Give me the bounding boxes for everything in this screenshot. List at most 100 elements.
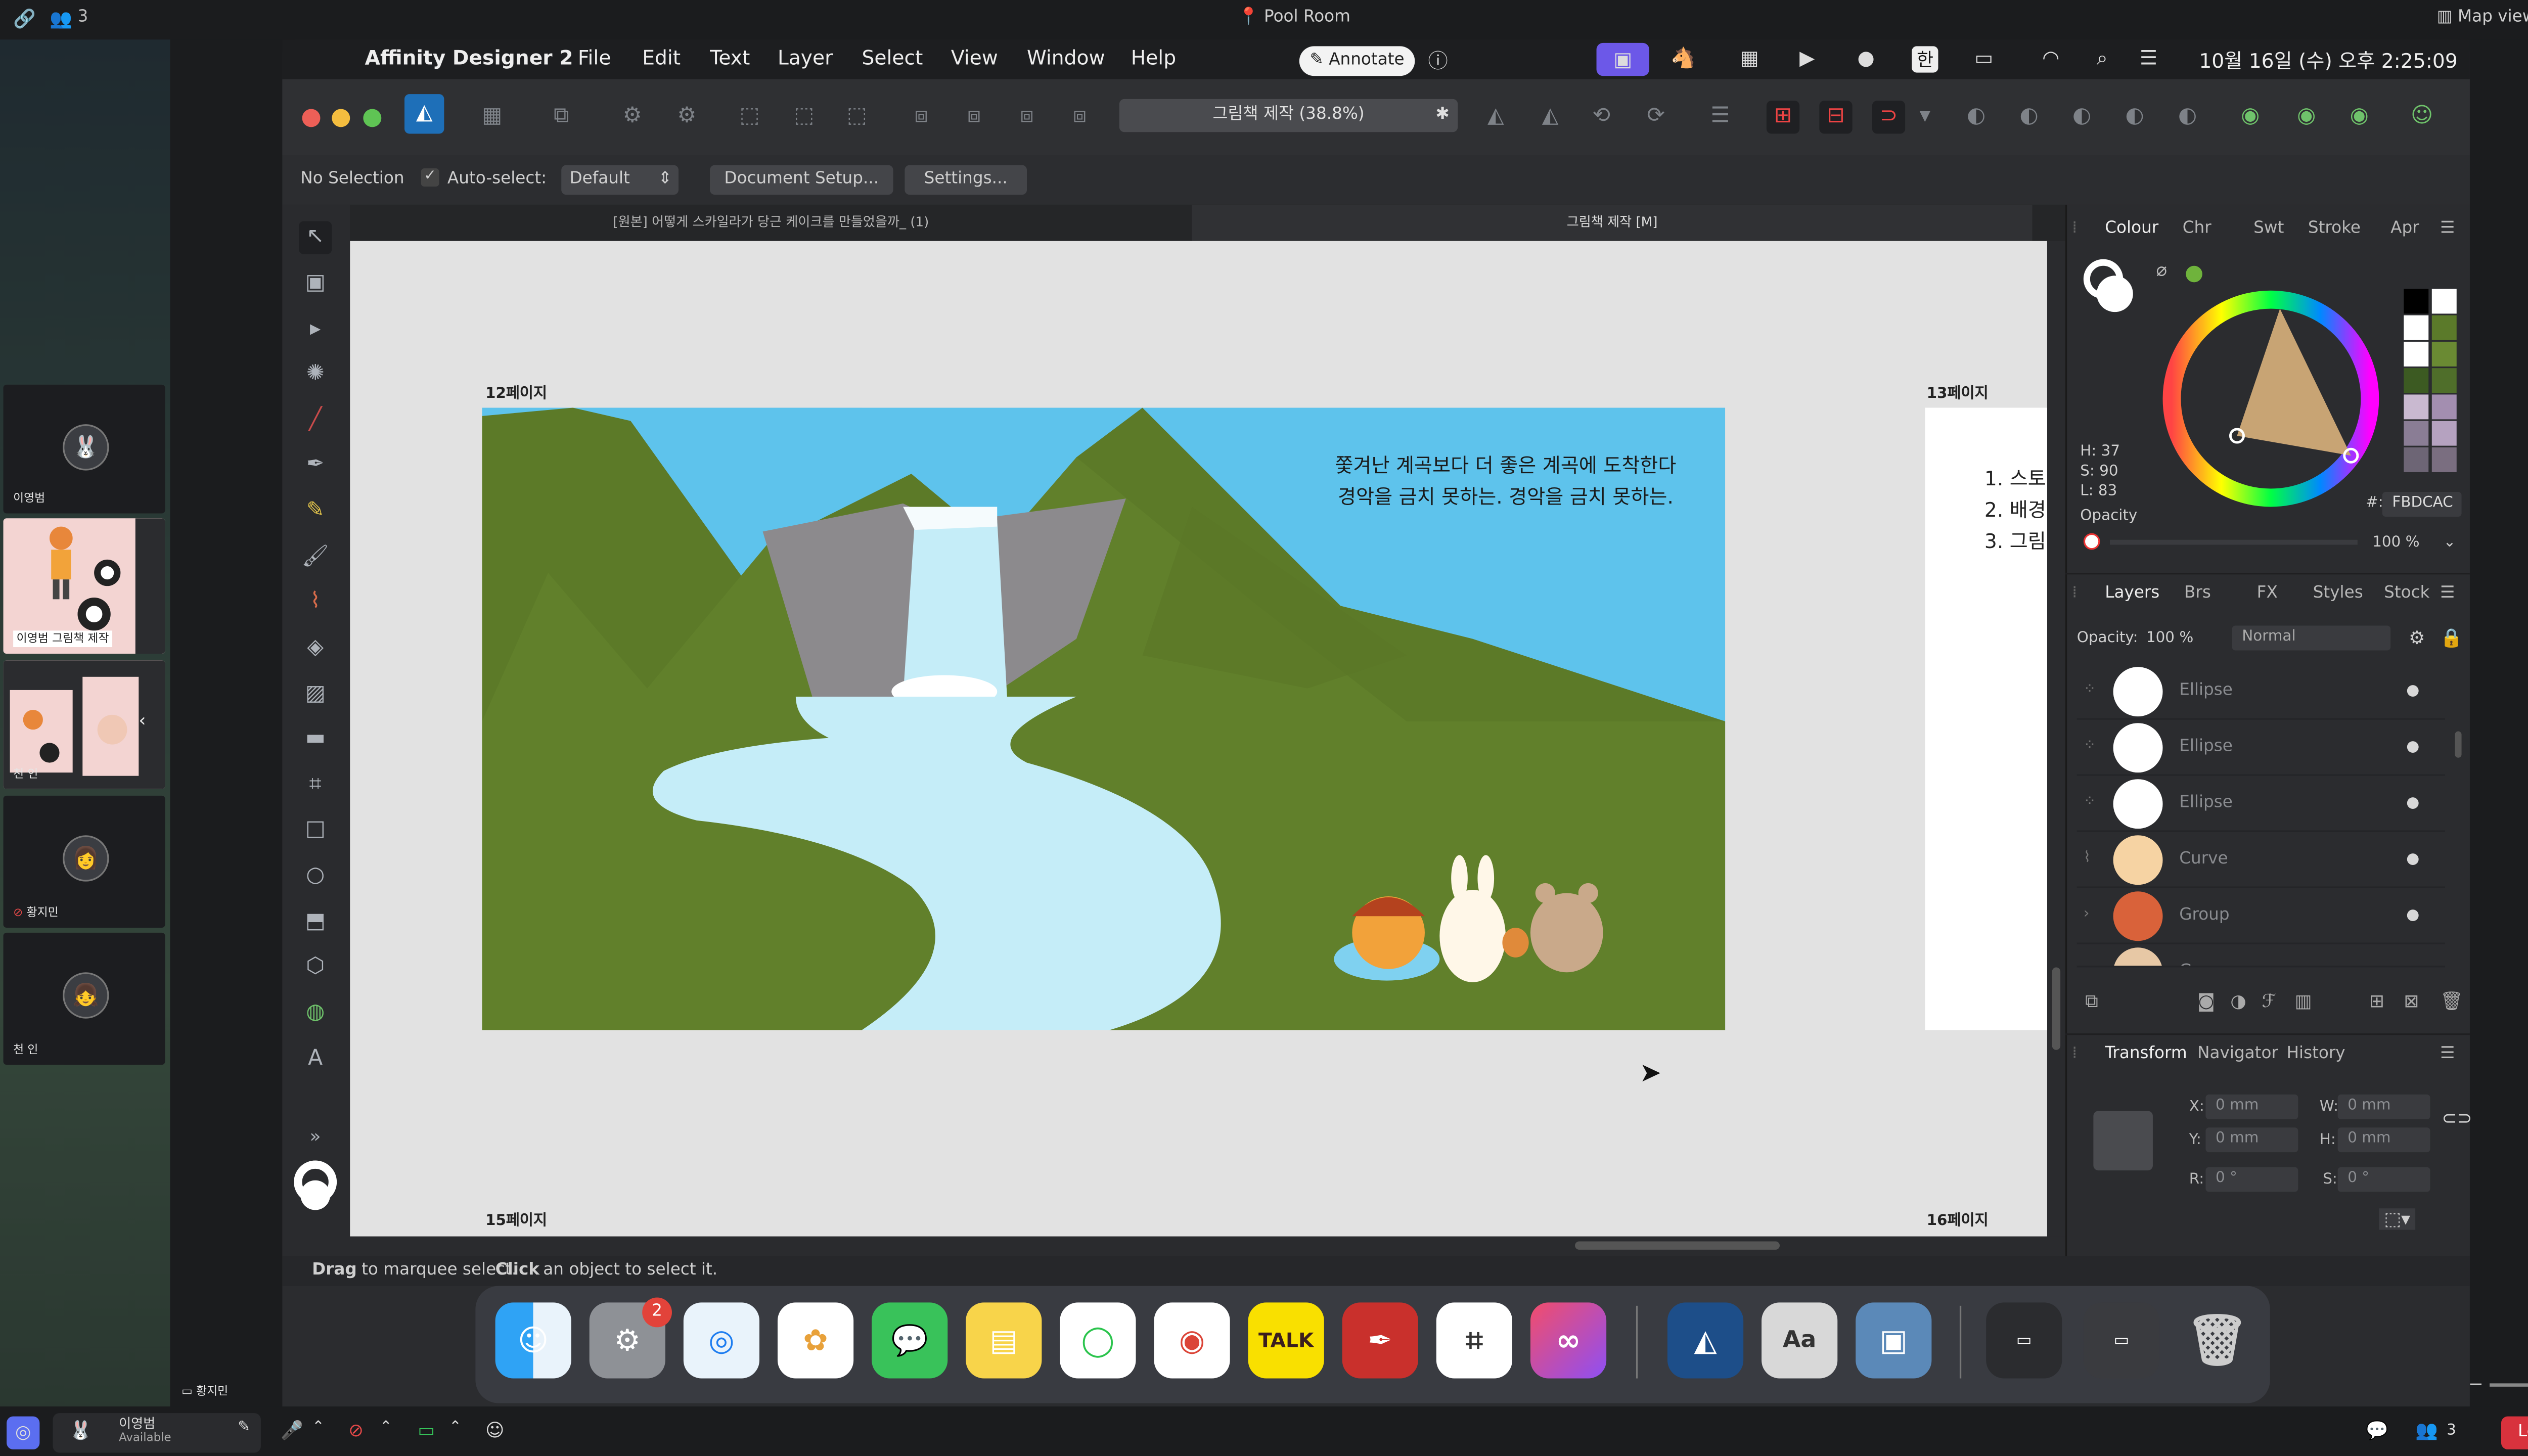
- document-setup-button[interactable]: Document Setup...: [710, 165, 893, 195]
- artboard-page-13[interactable]: 1. 스토 2. 배경 3. 그림: [1925, 407, 2047, 1030]
- preview-icon[interactable]: ▣: [1856, 1302, 1932, 1379]
- colour-swatch[interactable]: [2431, 421, 2457, 446]
- tab-fx[interactable]: FX: [2257, 584, 2278, 603]
- participant-tile[interactable]: 👩 ⊘ 황지민: [3, 795, 165, 928]
- artboard-page-12[interactable]: 쫓겨난 계곡보다 더 좋은 계곡에 도착한다 경악을 금치 못하는. 경악을 금…: [482, 407, 1726, 1030]
- vertical-scrollbar[interactable]: [2047, 241, 2065, 1237]
- screen-share-tile[interactable]: 이영범 그림책 제작: [3, 518, 165, 654]
- move-tool-icon[interactable]: ↖: [299, 221, 332, 254]
- transform-icon[interactable]: ⬚: [840, 101, 873, 133]
- auto-select-dropdown[interactable]: Default ⇕: [561, 165, 679, 195]
- blend-mode-dropdown[interactable]: Normal: [2232, 625, 2391, 651]
- colour-swatch[interactable]: [2404, 447, 2429, 472]
- colour-swatch[interactable]: [2404, 315, 2429, 340]
- user-account-icon[interactable]: ☺: [2406, 101, 2439, 133]
- leave-button[interactable]: Leave: [2501, 1416, 2528, 1449]
- menu-file[interactable]: File: [578, 46, 611, 69]
- menu-text[interactable]: Text: [710, 46, 750, 69]
- visibility-toggle[interactable]: [2407, 685, 2419, 697]
- tab-active[interactable]: 그림책 제작 [M]: [1192, 204, 2033, 241]
- edit-icon[interactable]: ✎: [238, 1420, 250, 1436]
- fill-tool-icon[interactable]: ◈: [299, 632, 332, 665]
- x-input[interactable]: 0 mm: [2205, 1094, 2298, 1119]
- arrange-back-icon[interactable]: ⧈: [905, 101, 937, 133]
- zoom-window-button[interactable]: [363, 109, 382, 127]
- ellipse-tool-icon[interactable]: ○: [299, 860, 332, 893]
- chrome-icon[interactable]: ◉: [1154, 1302, 1230, 1379]
- map-view-button[interactable]: ▥ Map view: [2437, 8, 2528, 26]
- crop-tool-icon[interactable]: ⌗: [299, 769, 332, 802]
- participant-tile[interactable]: 🐰 이영범: [3, 384, 165, 514]
- zoom-out-icon[interactable]: −: [2468, 1374, 2484, 1395]
- rocket-typist-icon[interactable]: ✒: [1342, 1302, 1418, 1379]
- expand-chevron-icon[interactable]: ›: [2084, 963, 2090, 966]
- rotate-left-icon[interactable]: ⟲: [1585, 101, 1618, 133]
- adjustment-icon[interactable]: ◑: [2230, 990, 2246, 1012]
- panel-menu-icon[interactable]: ☰: [2440, 1045, 2455, 1063]
- export-persona-icon[interactable]: ⧉: [545, 101, 578, 133]
- visibility-toggle[interactable]: [2407, 966, 2419, 967]
- colour-swatch[interactable]: [2404, 341, 2429, 367]
- panel-menu-icon[interactable]: ☰: [2440, 219, 2455, 238]
- arrange-forward-icon[interactable]: ⧈: [1010, 101, 1043, 133]
- layer-row[interactable]: ⁘ Ellipse: [2076, 664, 2445, 720]
- lock-icon[interactable]: 🔒: [2440, 627, 2463, 649]
- menu-layer[interactable]: Layer: [778, 46, 833, 69]
- rotation-input[interactable]: 0 °: [2205, 1167, 2298, 1192]
- colour-swatch[interactable]: [2404, 289, 2429, 314]
- screen-share-icon[interactable]: ▭: [418, 1420, 435, 1441]
- layer-row[interactable]: › Group: [2076, 944, 2445, 968]
- affinity-designer-icon[interactable]: ◭: [1667, 1302, 1744, 1379]
- chevron-up-icon[interactable]: ⌃: [380, 1420, 392, 1436]
- mask-icon[interactable]: ◙: [2197, 990, 2215, 1012]
- horizontal-scrollbar[interactable]: [350, 1236, 2065, 1256]
- microphone-icon[interactable]: 🎤: [281, 1420, 303, 1441]
- tab-brushes[interactable]: Brs: [2184, 584, 2211, 603]
- shape-tool-icon[interactable]: ⬒: [299, 906, 332, 939]
- tab-swatches[interactable]: Swt: [2253, 219, 2284, 238]
- tab-appearance[interactable]: Apr: [2390, 219, 2419, 238]
- tab-layers[interactable]: Layers: [2105, 584, 2159, 603]
- insert-behind-icon[interactable]: ◉: [2290, 101, 2323, 133]
- tab-original[interactable]: [원본] 어떻게 스카일라가 당근 케이크를 만들었을까_ (1): [350, 205, 1192, 241]
- search-icon[interactable]: ⌕: [2097, 46, 2108, 71]
- insert-top-icon[interactable]: ◉: [2342, 101, 2375, 133]
- battery-icon[interactable]: ▭: [1974, 46, 1993, 69]
- tab-stroke[interactable]: Stroke: [2308, 219, 2361, 238]
- colour-swatch[interactable]: [2404, 421, 2429, 446]
- tab-history[interactable]: History: [2286, 1045, 2345, 1063]
- gear-icon[interactable]: ⚙: [2409, 627, 2425, 649]
- gather-app-icon[interactable]: ◯: [1060, 1302, 1136, 1379]
- chat-icon[interactable]: ●: [1857, 46, 1874, 69]
- symbol-tool-icon[interactable]: ◍: [299, 997, 332, 1030]
- auto-select-checkbox[interactable]: ✓: [421, 168, 439, 187]
- flip-vertical-icon[interactable]: ◭: [1533, 101, 1566, 133]
- messages-icon[interactable]: 💬: [872, 1302, 948, 1379]
- boolean-divide-icon[interactable]: ◐: [2171, 101, 2204, 133]
- trash-icon[interactable]: 🗑: [2179, 1302, 2255, 1378]
- colour-swatch[interactable]: [2431, 289, 2457, 314]
- minimized-window-icon[interactable]: ▭: [1986, 1302, 2062, 1379]
- eyedropper-icon[interactable]: ⌀: [2156, 259, 2167, 281]
- screenshot-icon[interactable]: ⌗: [1436, 1302, 1513, 1379]
- panel-menu-icon[interactable]: ☰: [2440, 584, 2455, 603]
- live-filter-icon[interactable]: ▥: [2295, 990, 2312, 1012]
- notes-icon[interactable]: ▤: [966, 1302, 1042, 1379]
- tab-transform[interactable]: Transform: [2105, 1045, 2187, 1063]
- creative-cloud-icon[interactable]: ∞: [1530, 1302, 1607, 1379]
- boolean-add-icon[interactable]: ◐: [1960, 101, 1993, 133]
- menu-select[interactable]: Select: [862, 46, 923, 69]
- play-icon[interactable]: ▶: [1799, 46, 1815, 69]
- insert-inside-icon[interactable]: ◉: [2234, 101, 2267, 133]
- opacity-slider[interactable]: [2110, 539, 2358, 545]
- vector-brush-tool-icon[interactable]: ╱: [299, 404, 332, 437]
- y-input[interactable]: 0 mm: [2205, 1127, 2298, 1153]
- tab-navigator[interactable]: Navigator: [2197, 1045, 2278, 1063]
- chevron-down-icon[interactable]: ▾: [1915, 101, 1935, 133]
- text-tool-icon[interactable]: A: [299, 1043, 332, 1076]
- horse-icon[interactable]: 🐴: [1671, 46, 1695, 69]
- boolean-intersect-icon[interactable]: ◐: [2065, 101, 2098, 133]
- place-image-tool-icon[interactable]: ▬: [299, 723, 332, 756]
- expand-tools-icon[interactable]: »: [299, 1121, 332, 1154]
- photos-icon[interactable]: ✿: [777, 1302, 854, 1379]
